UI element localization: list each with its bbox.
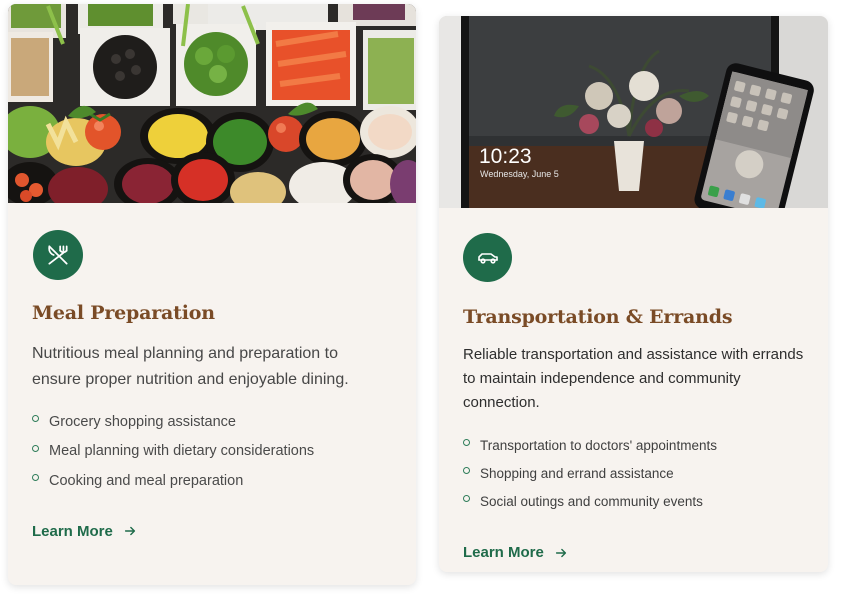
feature-item: Shopping and errand assistance xyxy=(463,459,804,487)
learn-more-label: Learn More xyxy=(463,544,544,561)
lockscreen-time: 10:23 xyxy=(479,145,532,168)
tablet-phone-photo: 10:23 Wednesday, June 5 xyxy=(439,16,828,208)
feature-text: Shopping and errand assistance xyxy=(480,465,674,481)
arrow-right-icon xyxy=(555,548,566,557)
circle-bullet-icon xyxy=(463,466,470,474)
arrow-right-icon xyxy=(124,526,135,536)
feature-text: Transportation to doctors' appointments xyxy=(480,437,717,453)
learn-more-link[interactable]: Learn More xyxy=(32,523,137,540)
feature-item: Meal planning with dietary consideration… xyxy=(32,437,392,467)
feature-list: Grocery shopping assistance Meal plannin… xyxy=(32,407,392,496)
feature-list: Transportation to doctors' appointments … xyxy=(463,431,804,515)
feature-item: Transportation to doctors' appointments xyxy=(463,431,804,459)
circle-bullet-icon xyxy=(463,494,470,502)
circle-bullet-icon xyxy=(32,444,39,452)
card-title: Meal Preparation xyxy=(32,302,215,324)
feature-text: Cooking and meal preparation xyxy=(49,472,244,489)
lockscreen-date: Wednesday, June 5 xyxy=(480,169,559,179)
card-description: Nutritious meal planning and preparation… xyxy=(32,345,349,388)
fork-knife-icon xyxy=(33,230,83,280)
service-card-meal-preparation: Meal Preparation Nutritious meal plannin… xyxy=(8,4,416,585)
circle-bullet-icon xyxy=(463,438,470,446)
salad-bar-photo xyxy=(8,4,416,203)
circle-bullet-icon xyxy=(32,415,39,423)
card-description: Reliable transportation and assistance w… xyxy=(463,346,804,411)
circle-bullet-icon xyxy=(32,474,39,482)
feature-item: Social outings and community events xyxy=(463,487,804,515)
service-card-transportation-errands: 10:23 Wednesday, June 5 Transportation &… xyxy=(439,16,828,572)
card-title: Transportation & Errands xyxy=(463,306,733,328)
learn-more-link[interactable]: Learn More xyxy=(463,544,568,561)
feature-text: Meal planning with dietary consideration… xyxy=(49,443,315,460)
feature-text: Grocery shopping assistance xyxy=(49,413,236,430)
feature-item: Cooking and meal preparation xyxy=(32,466,392,496)
learn-more-label: Learn More xyxy=(32,522,113,540)
car-icon xyxy=(463,233,512,282)
feature-text: Social outings and community events xyxy=(480,493,703,509)
feature-item: Grocery shopping assistance xyxy=(32,407,392,437)
